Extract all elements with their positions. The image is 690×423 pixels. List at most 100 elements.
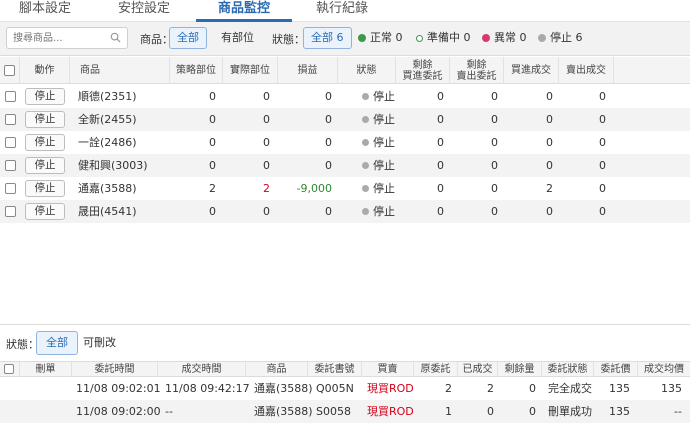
tab-risk-settings[interactable]: 安控設定 <box>108 0 180 22</box>
order-status: 刪單成功 <box>548 405 592 418</box>
product-name: 健和興(3003) <box>78 159 148 172</box>
orig-qty: 1 <box>445 405 452 418</box>
product-table-header: 動作 商品 策略部位 實際部位 損益 狀態 剩餘 買進委託 剩餘 賣出委託 買進… <box>0 57 690 84</box>
order-product: 通嘉(3588) <box>254 382 313 395</box>
order-filter-cancellable[interactable]: 可刪改 <box>78 331 121 355</box>
orig-qty: 2 <box>445 382 452 395</box>
col-buy-filled: 買進成交 <box>504 57 559 84</box>
preparing-dot-icon <box>416 35 423 42</box>
col-order-status: 委託狀態 <box>542 362 594 377</box>
table-row: 停止 一詮(2486) 0 0 0 停止 0 0 0 0 <box>0 131 690 154</box>
col-delete: 刪單 <box>20 362 72 377</box>
row-checkbox[interactable] <box>5 91 16 102</box>
stopped-dot-icon <box>538 34 546 42</box>
stop-button[interactable]: 停止 <box>25 88 65 105</box>
row-checkbox[interactable] <box>5 160 16 171</box>
col-orig-qty: 原委託 <box>414 362 458 377</box>
actual-position: 0 <box>263 159 270 172</box>
order-filter-bar: 狀態： 全部 可刪改 <box>0 324 690 360</box>
abnormal-dot-icon <box>482 34 490 42</box>
remaining-sell: 0 <box>491 205 498 218</box>
table-row: 停止 通嘉(3588) 2 2 -9,000 停止 0 0 2 0 <box>0 177 690 200</box>
tab-script-settings[interactable]: 腳本設定 <box>10 0 80 22</box>
search-icon[interactable] <box>110 32 121 43</box>
remaining-buy: 0 <box>437 182 444 195</box>
sell-filled: 0 <box>599 136 606 149</box>
order-number: Q005N <box>316 382 354 395</box>
order-filter-all[interactable]: 全部 <box>36 331 78 355</box>
remaining-buy: 0 <box>437 113 444 126</box>
col-actual-position: 實際部位 <box>223 57 278 84</box>
stop-button[interactable]: 停止 <box>25 203 65 220</box>
remain-qty: 0 <box>529 382 536 395</box>
col-pnl: 損益 <box>278 57 338 84</box>
col-product: 商品 <box>70 57 170 84</box>
tab-product-monitor[interactable]: 商品監控 <box>196 0 292 22</box>
avg-price: 135 <box>661 382 682 395</box>
sell-filled: 0 <box>599 113 606 126</box>
order-table-header: 刪單 委託時間 成交時間 商品 委託書號 買賣 原委託 已成交 剩餘量 委託狀態… <box>0 361 690 377</box>
stop-button[interactable]: 停止 <box>25 111 65 128</box>
strategy-position: 0 <box>209 90 216 103</box>
buy-filled: 0 <box>546 113 553 126</box>
table-row: 停止 晟田(4541) 0 0 0 停止 0 0 0 0 <box>0 200 690 223</box>
strategy-position: 0 <box>209 113 216 126</box>
remaining-buy: 0 <box>437 90 444 103</box>
actual-position: 0 <box>263 136 270 149</box>
product-filter-all[interactable]: 全部 <box>169 27 207 49</box>
stopped-status-icon <box>362 185 369 192</box>
select-all-checkbox[interactable] <box>4 65 15 76</box>
product-name: 一詮(2486) <box>78 136 137 149</box>
strategy-position: 2 <box>209 182 216 195</box>
order-row: 11/08 09:02:00 -- 通嘉(3588) S0058 現買ROD 1 0 0 刪單成… <box>0 400 690 423</box>
row-checkbox[interactable] <box>5 206 16 217</box>
stop-button[interactable]: 停止 <box>25 157 65 174</box>
col-action: 動作 <box>20 57 70 84</box>
fill-time: 11/08 09:42:17 <box>165 382 250 395</box>
filled-qty: 0 <box>487 405 494 418</box>
remaining-buy: 0 <box>437 159 444 172</box>
product-filter-has-position[interactable]: 有部位 <box>213 27 262 49</box>
buy-filled: 0 <box>546 90 553 103</box>
strategy-position: 0 <box>209 205 216 218</box>
stopped-status-icon <box>362 139 369 146</box>
row-checkbox[interactable] <box>5 114 16 125</box>
buy-filled: 0 <box>546 205 553 218</box>
filled-qty: 2 <box>487 382 494 395</box>
stop-button[interactable]: 停止 <box>25 180 65 197</box>
order-price: 135 <box>609 405 630 418</box>
order-status-label: 狀態： <box>6 338 39 351</box>
product-name: 通嘉(3588) <box>78 182 137 195</box>
pnl-value: 0 <box>325 159 332 172</box>
status-filter-all[interactable]: 全部 6 <box>303 27 352 49</box>
status-filter-preparing[interactable]: 準備中 0 <box>408 27 479 49</box>
product-name: 全新(2455) <box>78 113 137 126</box>
remaining-buy: 0 <box>437 205 444 218</box>
pnl-value: 0 <box>325 90 332 103</box>
filter-bar: 商品： 全部 有部位 狀態： 全部 6 正常 0 準備中 0 異常 0 停止 6 <box>0 22 690 56</box>
col-fill-time: 成交時間 <box>158 362 246 377</box>
order-side: 現買ROD <box>367 405 414 418</box>
actual-position: 2 <box>263 182 270 195</box>
status-filter-stopped[interactable]: 停止 6 <box>530 27 591 49</box>
status-filter-normal[interactable]: 正常 0 <box>350 27 411 49</box>
buy-filled: 2 <box>546 182 553 195</box>
sell-filled: 0 <box>599 205 606 218</box>
status-filter-abnormal[interactable]: 異常 0 <box>474 27 535 49</box>
actual-position: 0 <box>263 205 270 218</box>
row-checkbox[interactable] <box>5 137 16 148</box>
buy-filled: 0 <box>546 136 553 149</box>
pnl-value: 0 <box>325 113 332 126</box>
stopped-status-icon <box>362 162 369 169</box>
remaining-sell: 0 <box>491 90 498 103</box>
strategy-position: 0 <box>209 159 216 172</box>
order-product: 通嘉(3588) <box>254 405 313 418</box>
pnl-value: 0 <box>325 136 332 149</box>
product-name: 順德(2351) <box>78 90 137 103</box>
order-select-all-checkbox[interactable] <box>4 364 14 374</box>
tab-execution-log[interactable]: 執行紀錄 <box>306 0 378 22</box>
stop-button[interactable]: 停止 <box>25 134 65 151</box>
row-checkbox[interactable] <box>5 183 16 194</box>
order-number: S0058 <box>316 405 351 418</box>
order-status: 完全成交 <box>548 382 592 395</box>
